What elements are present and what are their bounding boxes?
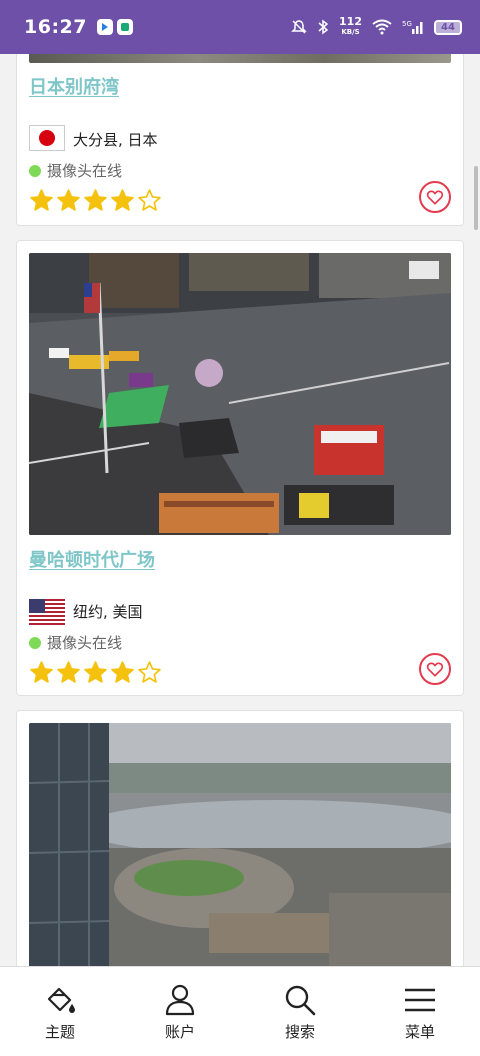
camera-status-label: 摄像头在线 bbox=[47, 634, 123, 652]
search-icon bbox=[285, 985, 316, 1016]
star-filled-icon bbox=[84, 661, 107, 683]
nav-label: 菜单 bbox=[404, 1023, 435, 1041]
paint-bucket-icon bbox=[47, 987, 75, 1013]
webcam-card[interactable]: 日本别府湾 大分县, 日本 摄像头在线 bbox=[16, 54, 464, 226]
star-filled-icon bbox=[57, 661, 80, 683]
scrollbar[interactable] bbox=[474, 166, 478, 230]
heart-icon bbox=[426, 190, 444, 205]
webcam-list[interactable]: 日本别府湾 大分县, 日本 摄像头在线 曼哈顿时代广场 纽约, 美国 摄像头在线 bbox=[0, 54, 480, 966]
star-filled-icon bbox=[111, 189, 134, 211]
webcam-card[interactable]: 曼哈顿时代广场 纽约, 美国 摄像头在线 bbox=[16, 240, 464, 696]
rating-stars bbox=[29, 188, 162, 213]
webcam-thumbnail[interactable] bbox=[29, 723, 451, 966]
online-dot-icon bbox=[29, 636, 41, 649]
star-filled-icon bbox=[84, 189, 107, 211]
star-empty-icon bbox=[138, 661, 161, 683]
star-filled-icon bbox=[111, 661, 134, 683]
menu-icon bbox=[405, 988, 435, 1012]
cell-signal-icon: 5G bbox=[402, 20, 423, 34]
webcam-location: 大分县, 日本 bbox=[73, 131, 158, 149]
mute-icon bbox=[291, 20, 307, 34]
star-filled-icon bbox=[30, 189, 53, 211]
bluetooth-icon bbox=[318, 19, 329, 35]
favorite-button[interactable] bbox=[419, 181, 451, 213]
camera-status: 摄像头在线 bbox=[29, 632, 122, 653]
nav-label: 主题 bbox=[44, 1023, 75, 1041]
camera-status-label: 摄像头在线 bbox=[47, 162, 123, 180]
webcam-location: 纽约, 美国 bbox=[73, 603, 143, 621]
nav-item-theme[interactable]: 主题 bbox=[0, 967, 120, 1056]
rating-stars bbox=[29, 660, 162, 685]
app-notification-icon bbox=[96, 19, 113, 35]
star-filled-icon bbox=[30, 661, 53, 683]
favorite-button[interactable] bbox=[419, 653, 451, 685]
camera-status: 摄像头在线 bbox=[29, 160, 122, 181]
notification-icons bbox=[96, 19, 133, 35]
media-notification-icon bbox=[116, 19, 133, 35]
status-time: 16:27 bbox=[24, 16, 87, 38]
network-speed: 112 KB/S bbox=[339, 15, 362, 36]
nav-item-search[interactable]: 搜索 bbox=[240, 967, 360, 1056]
heart-icon bbox=[426, 662, 444, 677]
nav-label: 账户 bbox=[164, 1023, 195, 1041]
battery-indicator: 44 bbox=[434, 19, 462, 35]
usa-flag-icon bbox=[29, 599, 65, 625]
online-dot-icon bbox=[29, 164, 41, 177]
status-bar: 16:27 112 KB/S 5G 44 bbox=[0, 0, 480, 54]
nav-item-menu[interactable]: 菜单 bbox=[360, 967, 480, 1056]
webcam-title[interactable]: 日本别府湾 bbox=[29, 73, 119, 99]
svg-text:5G: 5G bbox=[402, 20, 412, 28]
star-filled-icon bbox=[57, 189, 80, 211]
nav-label: 搜索 bbox=[284, 1023, 315, 1041]
bottom-navigation: 主题 账户 搜索 菜单 bbox=[0, 966, 480, 1056]
webcam-card[interactable] bbox=[16, 710, 464, 966]
japan-flag-icon bbox=[29, 125, 65, 151]
nav-item-account[interactable]: 账户 bbox=[120, 967, 240, 1056]
webcam-thumbnail[interactable] bbox=[29, 253, 451, 535]
webcam-thumbnail[interactable] bbox=[29, 54, 451, 63]
star-empty-icon bbox=[138, 189, 161, 211]
wifi-icon bbox=[372, 19, 392, 35]
user-icon bbox=[165, 984, 195, 1016]
webcam-title[interactable]: 曼哈顿时代广场 bbox=[29, 546, 155, 572]
status-right: 112 KB/S 5G 44 bbox=[291, 15, 462, 37]
